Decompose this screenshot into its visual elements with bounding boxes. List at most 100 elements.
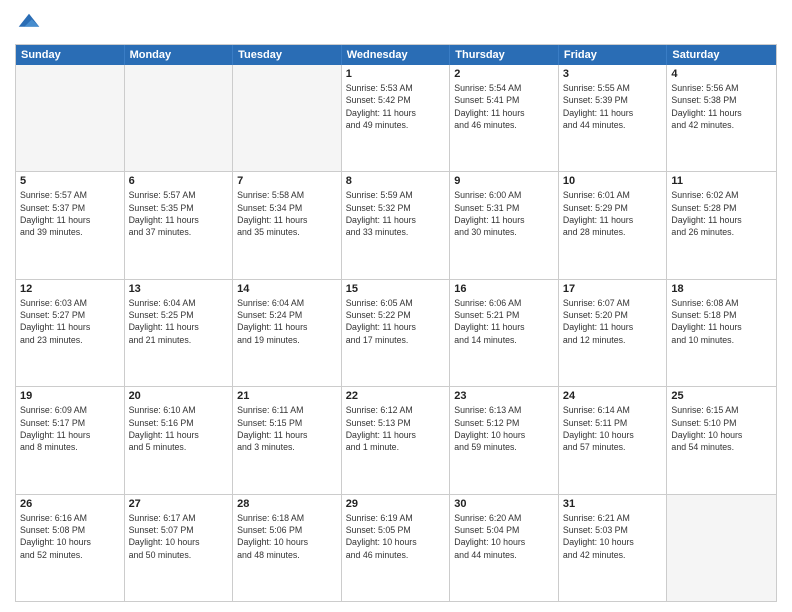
day-number: 4 [671, 68, 772, 80]
cal-week-4: 19 Sunrise: 6:09 AMSunset: 5:17 PMDayligh… [16, 386, 776, 493]
day-number: 12 [20, 283, 120, 295]
day-info: Sunrise: 5:58 AMSunset: 5:34 PMDaylight:… [237, 189, 337, 238]
cal-day-27: 27 Sunrise: 6:17 AMSunset: 5:07 PMDayligh… [125, 495, 234, 601]
day-info: Sunrise: 6:20 AMSunset: 5:04 PMDaylight:… [454, 512, 554, 561]
day-number: 5 [20, 175, 120, 187]
cal-day-3: 3 Sunrise: 5:55 AMSunset: 5:39 PMDaylight… [559, 65, 668, 171]
cal-day-13: 13Sunrise: 6:04 AMSunset: 5:25 PMDayligh… [125, 280, 234, 386]
day-info: Sunrise: 6:21 AMSunset: 5:03 PMDaylight:… [563, 512, 663, 561]
cal-day-12: 12 Sunrise: 6:03 AMSunset: 5:27 PMDayligh… [16, 280, 125, 386]
logo [15, 10, 47, 38]
cal-day-20: 20 Sunrise: 6:10 AMSunset: 5:16 PMDayligh… [125, 387, 234, 493]
cal-day-10: 10 Sunrise: 6:01 AMSunset: 5:29 PMDayligh… [559, 172, 668, 278]
day-number: 16 [454, 283, 554, 295]
day-number: 15 [346, 283, 446, 295]
day-info: Sunrise: 6:09 AMSunset: 5:17 PMDaylight:… [20, 404, 120, 453]
day-info: Sunrise: 6:18 AMSunset: 5:06 PMDaylight:… [237, 512, 337, 561]
day-info: Sunrise: 6:17 AMSunset: 5:07 PMDaylight:… [129, 512, 229, 561]
cal-day-6: 6 Sunrise: 5:57 AMSunset: 5:35 PMDaylight… [125, 172, 234, 278]
cal-week-1: 1 Sunrise: 5:53 AMSunset: 5:42 PMDaylight… [16, 65, 776, 171]
day-info: Sunrise: 6:04 AMSunset: 5:25 PMDaylight:… [129, 297, 229, 346]
day-info: Sunrise: 6:08 AMSunset: 5:18 PMDaylight:… [671, 297, 772, 346]
calendar: SundayMondayTuesdayWednesdayThursdayFrid… [15, 44, 777, 602]
calendar-page: SundayMondayTuesdayWednesdayThursdayFrid… [0, 0, 792, 612]
day-info: Sunrise: 5:57 AMSunset: 5:37 PMDaylight:… [20, 189, 120, 238]
cal-day-24: 24Sunrise: 6:14 AMSunset: 5:11 PMDayligh… [559, 387, 668, 493]
day-info: Sunrise: 6:16 AMSunset: 5:08 PMDaylight:… [20, 512, 120, 561]
day-number: 3 [563, 68, 663, 80]
cal-day-21: 21Sunrise: 6:11 AMSunset: 5:15 PMDayligh… [233, 387, 342, 493]
cal-day-1: 1 Sunrise: 5:53 AMSunset: 5:42 PMDaylight… [342, 65, 451, 171]
day-info: Sunrise: 6:12 AMSunset: 5:13 PMDaylight:… [346, 404, 446, 453]
day-info: Sunrise: 6:19 AMSunset: 5:05 PMDaylight:… [346, 512, 446, 561]
day-number: 9 [454, 175, 554, 187]
day-info: Sunrise: 5:53 AMSunset: 5:42 PMDaylight:… [346, 82, 446, 131]
day-number: 20 [129, 390, 229, 402]
cal-header-saturday: Saturday [667, 45, 776, 65]
day-number: 28 [237, 498, 337, 510]
day-number: 14 [237, 283, 337, 295]
day-number: 23 [454, 390, 554, 402]
cal-header-monday: Monday [125, 45, 234, 65]
day-number: 30 [454, 498, 554, 510]
day-number: 27 [129, 498, 229, 510]
cal-day-28: 28 Sunrise: 6:18 AMSunset: 5:06 PMDayligh… [233, 495, 342, 601]
day-info: Sunrise: 6:00 AMSunset: 5:31 PMDaylight:… [454, 189, 554, 238]
day-info: Sunrise: 6:01 AMSunset: 5:29 PMDaylight:… [563, 189, 663, 238]
cal-day-31: 31 Sunrise: 6:21 AMSunset: 5:03 PMDayligh… [559, 495, 668, 601]
logo-icon [15, 10, 43, 38]
cal-week-5: 26Sunrise: 6:16 AMSunset: 5:08 PMDayligh… [16, 494, 776, 601]
day-number: 31 [563, 498, 663, 510]
day-info: Sunrise: 6:02 AMSunset: 5:28 PMDaylight:… [671, 189, 772, 238]
cal-day-4: 4 Sunrise: 5:56 AMSunset: 5:38 PMDaylight… [667, 65, 776, 171]
cal-day-empty [667, 495, 776, 601]
day-number: 1 [346, 68, 446, 80]
cal-header-sunday: Sunday [16, 45, 125, 65]
cal-day-25: 25 Sunrise: 6:15 AMSunset: 5:10 PMDayligh… [667, 387, 776, 493]
cal-day-7: 7 Sunrise: 5:58 AMSunset: 5:34 PMDaylight… [233, 172, 342, 278]
day-info: Sunrise: 5:55 AMSunset: 5:39 PMDaylight:… [563, 82, 663, 131]
day-number: 25 [671, 390, 772, 402]
cal-day-9: 9 Sunrise: 6:00 AMSunset: 5:31 PMDaylight… [450, 172, 559, 278]
day-number: 22 [346, 390, 446, 402]
cal-day-19: 19 Sunrise: 6:09 AMSunset: 5:17 PMDayligh… [16, 387, 125, 493]
day-info: Sunrise: 5:54 AMSunset: 5:41 PMDaylight:… [454, 82, 554, 131]
day-number: 11 [671, 175, 772, 187]
cal-day-18: 18 Sunrise: 6:08 AMSunset: 5:18 PMDayligh… [667, 280, 776, 386]
cal-day-23: 23 Sunrise: 6:13 AMSunset: 5:12 PMDayligh… [450, 387, 559, 493]
calendar-header: SundayMondayTuesdayWednesdayThursdayFrid… [16, 45, 776, 65]
cal-day-15: 15Sunrise: 6:05 AMSunset: 5:22 PMDayligh… [342, 280, 451, 386]
cal-day-empty [16, 65, 125, 171]
cal-day-22: 22 Sunrise: 6:12 AMSunset: 5:13 PMDayligh… [342, 387, 451, 493]
cal-header-wednesday: Wednesday [342, 45, 451, 65]
day-number: 17 [563, 283, 663, 295]
day-info: Sunrise: 6:04 AMSunset: 5:24 PMDaylight:… [237, 297, 337, 346]
cal-header-thursday: Thursday [450, 45, 559, 65]
cal-day-16: 16Sunrise: 6:06 AMSunset: 5:21 PMDayligh… [450, 280, 559, 386]
day-info: Sunrise: 5:59 AMSunset: 5:32 PMDaylight:… [346, 189, 446, 238]
day-number: 10 [563, 175, 663, 187]
day-info: Sunrise: 6:10 AMSunset: 5:16 PMDaylight:… [129, 404, 229, 453]
cal-day-26: 26Sunrise: 6:16 AMSunset: 5:08 PMDayligh… [16, 495, 125, 601]
cal-header-tuesday: Tuesday [233, 45, 342, 65]
day-number: 29 [346, 498, 446, 510]
day-info: Sunrise: 5:56 AMSunset: 5:38 PMDaylight:… [671, 82, 772, 131]
cal-day-30: 30 Sunrise: 6:20 AMSunset: 5:04 PMDayligh… [450, 495, 559, 601]
day-number: 6 [129, 175, 229, 187]
day-number: 19 [20, 390, 120, 402]
day-number: 7 [237, 175, 337, 187]
calendar-body: 1 Sunrise: 5:53 AMSunset: 5:42 PMDaylight… [16, 65, 776, 601]
day-info: Sunrise: 6:14 AMSunset: 5:11 PMDaylight:… [563, 404, 663, 453]
cal-header-friday: Friday [559, 45, 668, 65]
header [15, 10, 777, 38]
day-number: 18 [671, 283, 772, 295]
day-number: 2 [454, 68, 554, 80]
cal-day-empty [125, 65, 234, 171]
cal-day-14: 14 Sunrise: 6:04 AMSunset: 5:24 PMDayligh… [233, 280, 342, 386]
cal-day-empty [233, 65, 342, 171]
day-info: Sunrise: 6:07 AMSunset: 5:20 PMDaylight:… [563, 297, 663, 346]
day-info: Sunrise: 6:13 AMSunset: 5:12 PMDaylight:… [454, 404, 554, 453]
day-info: Sunrise: 6:03 AMSunset: 5:27 PMDaylight:… [20, 297, 120, 346]
day-info: Sunrise: 6:15 AMSunset: 5:10 PMDaylight:… [671, 404, 772, 453]
day-info: Sunrise: 5:57 AMSunset: 5:35 PMDaylight:… [129, 189, 229, 238]
